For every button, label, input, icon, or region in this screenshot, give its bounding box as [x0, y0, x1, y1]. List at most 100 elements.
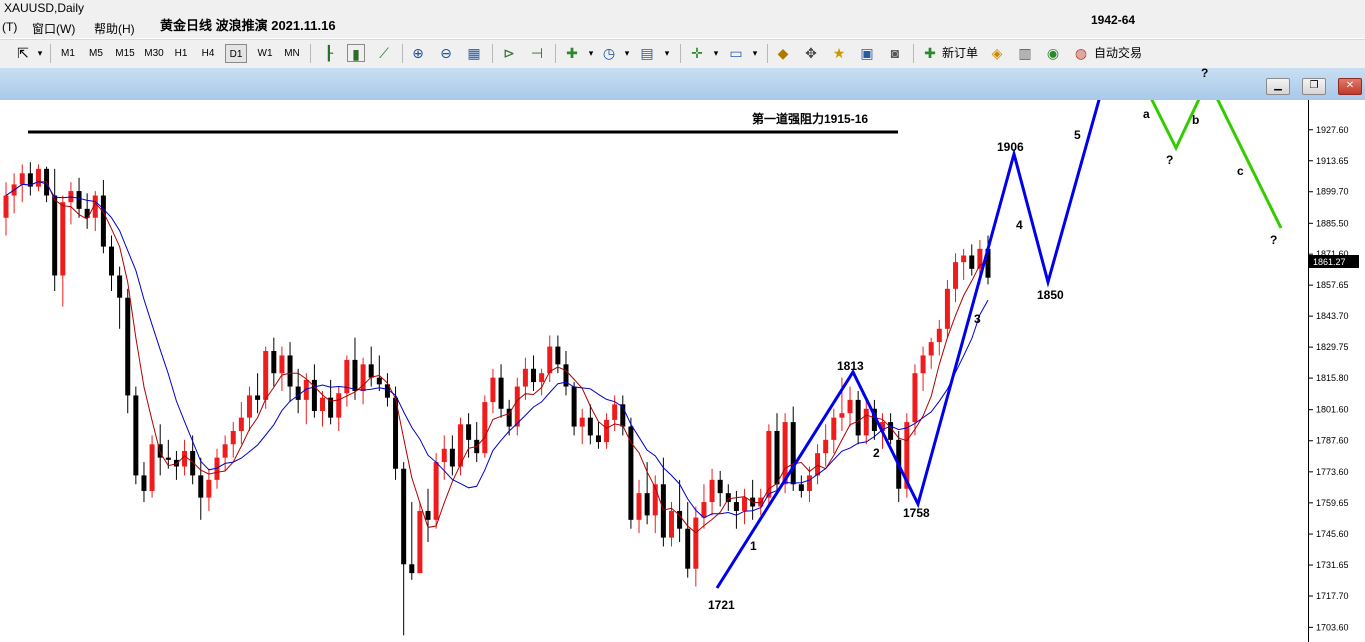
candle-up	[490, 377, 496, 403]
wave-label-4: 4	[1016, 218, 1023, 232]
price-tick-label: 1717.70	[1316, 591, 1349, 601]
candlestick-chart-icon[interactable]: ▮	[347, 44, 365, 62]
candle-up	[701, 502, 707, 518]
candle-down	[628, 426, 634, 520]
crosshair-add-icon[interactable]: ✛	[688, 44, 706, 62]
candle-down	[255, 395, 261, 400]
current-price-tag: 1861.27	[1309, 255, 1359, 268]
minimize-button[interactable]: ▁	[1266, 78, 1290, 95]
candle-down	[555, 346, 561, 365]
periods-icon[interactable]: ◷	[600, 44, 618, 62]
candle-up	[604, 419, 610, 443]
strategy-tester-icon[interactable]: ◙	[886, 44, 904, 62]
zoom-in-icon[interactable]: ⊕	[409, 44, 427, 62]
timeframe-m1[interactable]: M1	[56, 44, 80, 63]
chevron-down-icon[interactable]: ▾	[746, 44, 764, 62]
signals-icon[interactable]: ◉	[1044, 44, 1062, 62]
chevron-down-icon[interactable]: ▾	[707, 44, 725, 62]
candle-down	[571, 386, 577, 427]
candle-down	[287, 355, 293, 387]
candle-up	[433, 462, 439, 520]
timeframe-h4[interactable]: H4	[197, 44, 219, 63]
candle-up	[206, 479, 212, 498]
candle-up	[928, 342, 934, 356]
candle-up	[230, 430, 236, 445]
candle-down	[425, 510, 431, 520]
candle-up	[3, 195, 9, 218]
candle-up	[839, 413, 845, 418]
timeframe-m15[interactable]: M15	[112, 44, 138, 63]
line-chart-icon[interactable]: ⟋	[375, 44, 393, 62]
bar-chart-icon[interactable]: ┠	[320, 44, 338, 62]
timeframe-d1[interactable]: D1	[225, 44, 247, 63]
timeframe-m30[interactable]: M30	[141, 44, 167, 63]
candle-up	[579, 417, 585, 427]
price-tick-label: 1759.65	[1316, 498, 1349, 508]
auto-trade-button[interactable]: 自动交易	[1094, 44, 1142, 63]
navigator-icon[interactable]: ◆	[774, 44, 792, 62]
chevron-down-icon[interactable]: ▾	[582, 44, 600, 62]
tile-windows-icon[interactable]: ▦	[465, 44, 483, 62]
options-icon[interactable]: ▥	[1016, 44, 1034, 62]
menu-item-help[interactable]: 帮助(H)	[94, 20, 135, 37]
price-tick-label: 1801.60	[1316, 405, 1349, 415]
candle-down	[271, 351, 277, 374]
zoom-out-icon[interactable]: ⊖	[437, 44, 455, 62]
chevron-down-icon[interactable]: ▾	[618, 44, 636, 62]
menu-item-window[interactable]: 窗口(W)	[32, 20, 75, 37]
price-tick-label: 1899.70	[1316, 187, 1349, 197]
price-chart[interactable]: 第一道强阻力1915-16 1721 1 1813 2 1758 3 1906 …	[0, 100, 1365, 642]
close-button[interactable]: ✕	[1338, 78, 1362, 95]
data-window-icon[interactable]: ▣	[858, 44, 876, 62]
wave-label-c: c	[1237, 164, 1244, 178]
candle-up	[920, 355, 926, 374]
candle-up	[547, 346, 553, 374]
resistance-label: 第一道强阻力1915-16	[752, 111, 868, 126]
menu-item-tools[interactable]: (T)	[2, 20, 17, 34]
candle-up	[246, 395, 252, 418]
new-order-icon[interactable]: ✚	[921, 44, 939, 62]
metaeditor-icon[interactable]: ◈	[988, 44, 1006, 62]
candle-down	[587, 417, 593, 436]
candle-down	[125, 297, 131, 396]
wave-label-1813: 1813	[837, 359, 864, 373]
candle-up	[668, 510, 674, 538]
chevron-down-icon[interactable]: ▾	[31, 44, 49, 62]
restore-button[interactable]: ❐	[1302, 78, 1326, 95]
indicators-icon[interactable]: ✚	[563, 44, 581, 62]
new-order-button[interactable]: 新订单	[942, 44, 978, 63]
market-watch-icon[interactable]: ★	[830, 44, 848, 62]
candle-down	[725, 493, 731, 503]
timeframe-mn[interactable]: MN	[280, 44, 304, 63]
auto-trade-icon[interactable]: ◍	[1072, 44, 1090, 62]
candle-down	[531, 368, 537, 383]
wave-label-3: 3	[974, 312, 981, 326]
candle-down	[774, 430, 780, 485]
candle-up	[831, 417, 837, 440]
chevron-down-icon[interactable]: ▾	[658, 44, 676, 62]
timeframe-h1[interactable]: H1	[170, 44, 192, 63]
price-tick-label: 1885.50	[1316, 218, 1349, 228]
wave-label-1: 1	[750, 539, 757, 553]
candle-up	[417, 510, 423, 574]
toolbar-separator	[913, 44, 914, 63]
timeframe-m5[interactable]: M5	[84, 44, 108, 63]
templates-icon[interactable]: ▤	[638, 44, 656, 62]
candle-down	[133, 395, 139, 476]
autoscroll-icon[interactable]: ⊳	[500, 44, 518, 62]
candle-down	[52, 195, 58, 276]
objects-icon[interactable]: ▭	[727, 44, 745, 62]
crosshair-icon[interactable]: ✥	[802, 44, 820, 62]
candle-up	[19, 173, 25, 185]
toolbar-separator	[492, 44, 493, 63]
candle-down	[717, 479, 723, 494]
wave-label-5: 5	[1074, 128, 1081, 142]
candle-down	[109, 246, 115, 276]
timeframe-w1[interactable]: W1	[253, 44, 277, 63]
candle-up	[222, 444, 228, 458]
candle-down	[198, 475, 204, 498]
cursor-icon[interactable]: ⇱	[14, 44, 32, 62]
chart-window-header: ▁ ❐ ✕	[0, 68, 1365, 101]
doc-title: 黄金日线 波浪推演 2021.11.16	[160, 18, 336, 33]
chart-shift-icon[interactable]: ⊣	[528, 44, 546, 62]
